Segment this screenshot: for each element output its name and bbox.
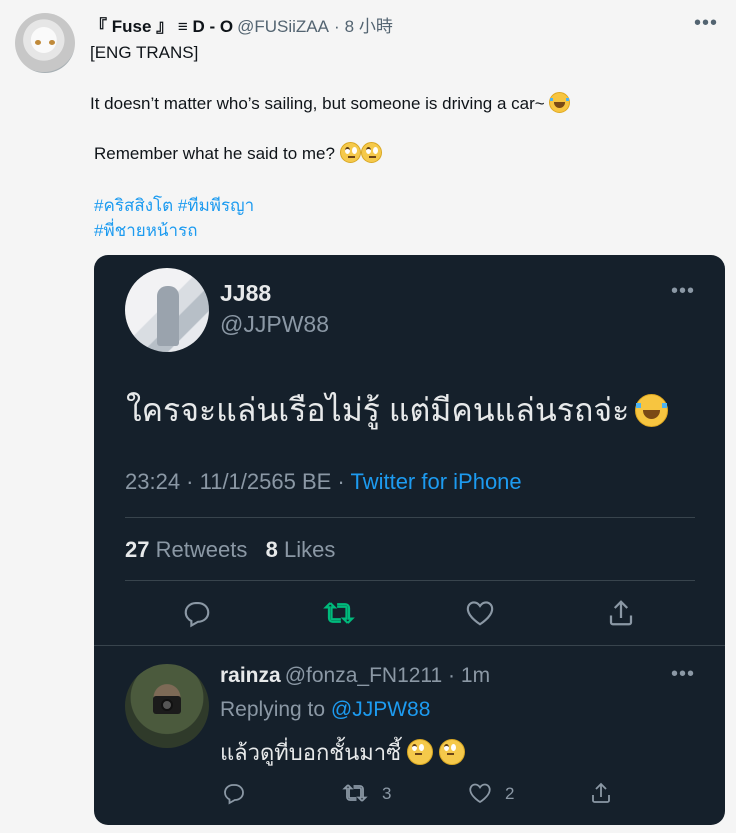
reply-more-icon: ••• bbox=[670, 663, 695, 685]
replying-label: Replying to bbox=[220, 698, 326, 721]
retweet-icon bbox=[323, 602, 355, 624]
like-heart-icon bbox=[469, 783, 491, 804]
quoted-text: ใครจะแล่นเรือไม่รู้ แต่มีคนแล่นรถจ่ะ bbox=[126, 385, 669, 436]
like-heart-icon bbox=[466, 601, 494, 626]
hashtag-link[interactable]: #คริสสิงโต #ทีมพีรญา bbox=[94, 192, 254, 219]
quoted-meta: 23:24 · 11/1/2565 BE · Twitter for iPhon… bbox=[125, 469, 522, 495]
avatar-figure bbox=[157, 286, 179, 346]
reply-avatar bbox=[125, 664, 209, 748]
reply-display-name: rainza bbox=[220, 664, 281, 687]
quoted-display-name: JJ88 bbox=[220, 280, 272, 306]
separator-dot: · bbox=[333, 17, 340, 36]
mention-link: @JJPW88 bbox=[330, 698, 431, 721]
divider bbox=[125, 580, 695, 581]
likes-label: Likes bbox=[284, 537, 336, 562]
eye-roll-emoji-icon bbox=[439, 739, 466, 765]
tweet-text-line: Remember what he said to me? bbox=[94, 142, 382, 164]
translation-text: It doesn’t matter who’s sailing, but som… bbox=[90, 94, 545, 113]
retweets-count: 27 bbox=[125, 537, 150, 562]
reply-retweet-count: 3 bbox=[382, 784, 392, 803]
quoted-more-icon: ••• bbox=[670, 280, 695, 302]
avatar-eye bbox=[35, 40, 41, 45]
avatar-eye bbox=[49, 40, 55, 45]
tweet-header: 『 Fuse 』 ≡ D - O @FUSiiZAA · 8 小時 bbox=[90, 12, 393, 37]
embedded-tweet-screenshot[interactable]: JJ88 @JJPW88 ••• ใครจะแล่นเรือไม่รู้ แต่… bbox=[94, 255, 725, 825]
laughing-tears-emoji-icon bbox=[635, 394, 669, 427]
profile-avatar[interactable] bbox=[15, 13, 75, 73]
replying-to-line: Replying to @JJPW88 bbox=[220, 698, 430, 722]
share-icon bbox=[609, 600, 633, 626]
reply-like-count: 2 bbox=[505, 784, 515, 803]
divider bbox=[125, 517, 695, 518]
retweet-icon bbox=[342, 784, 368, 802]
hashtag-text[interactable]: #ทีมพีรญา bbox=[178, 196, 254, 215]
tweet-text-line: [ENG TRANS] bbox=[90, 43, 198, 63]
eye-roll-emoji-icon bbox=[407, 739, 434, 765]
reply-header: rainza @fonza_FN1211 · 1m bbox=[220, 664, 490, 688]
user-handle[interactable]: @FUSiiZAA bbox=[237, 17, 329, 37]
quoted-timestamp: 23:24 · 11/1/2565 BE · bbox=[125, 469, 351, 494]
question-text: Remember what he said to me? bbox=[94, 144, 335, 163]
laughing-tears-emoji-icon bbox=[549, 92, 571, 113]
quoted-stats: 27 Retweets 8 Likes bbox=[125, 537, 335, 563]
hashtag-link[interactable]: #พี่ชายหน้ารถ bbox=[94, 217, 198, 244]
tweet-text-line: It doesn’t matter who’s sailing, but som… bbox=[90, 92, 571, 114]
reply-text: แล้วดูที่บอกชั้นมาซี้ bbox=[220, 735, 466, 770]
source-link: Twitter for iPhone bbox=[350, 469, 522, 494]
display-name[interactable]: 『 Fuse 』 ≡ D - O bbox=[90, 12, 233, 37]
tweet-time[interactable]: 8 小時 bbox=[345, 12, 393, 37]
camera-lens-shape bbox=[161, 699, 173, 711]
more-options-icon[interactable]: ••• bbox=[694, 12, 718, 35]
quoted-handle: @JJPW88 bbox=[220, 311, 329, 337]
reply-icon bbox=[224, 784, 244, 805]
quoted-avatar bbox=[125, 268, 209, 352]
likes-count: 8 bbox=[265, 537, 278, 562]
reply-text-content: แล้วดูที่บอกชั้นมาซี้ bbox=[220, 740, 402, 765]
divider bbox=[94, 645, 725, 646]
quoted-text-content: ใครจะแล่นเรือไม่รู้ แต่มีคนแล่นรถจ่ะ bbox=[126, 392, 630, 428]
eye-roll-emoji-icon bbox=[360, 142, 382, 163]
eye-roll-emoji-icon bbox=[339, 142, 361, 163]
reply-handle-time: @fonza_FN1211 · 1m bbox=[284, 664, 491, 687]
eng-trans-label: [ENG TRANS] bbox=[90, 43, 199, 62]
reply-icon bbox=[184, 601, 210, 628]
share-icon bbox=[592, 782, 610, 803]
hashtag-text[interactable]: #พี่ชายหน้ารถ bbox=[94, 221, 198, 240]
hashtag-text[interactable]: #คริสสิงโต bbox=[94, 196, 173, 215]
retweets-label: Retweets bbox=[155, 537, 248, 562]
